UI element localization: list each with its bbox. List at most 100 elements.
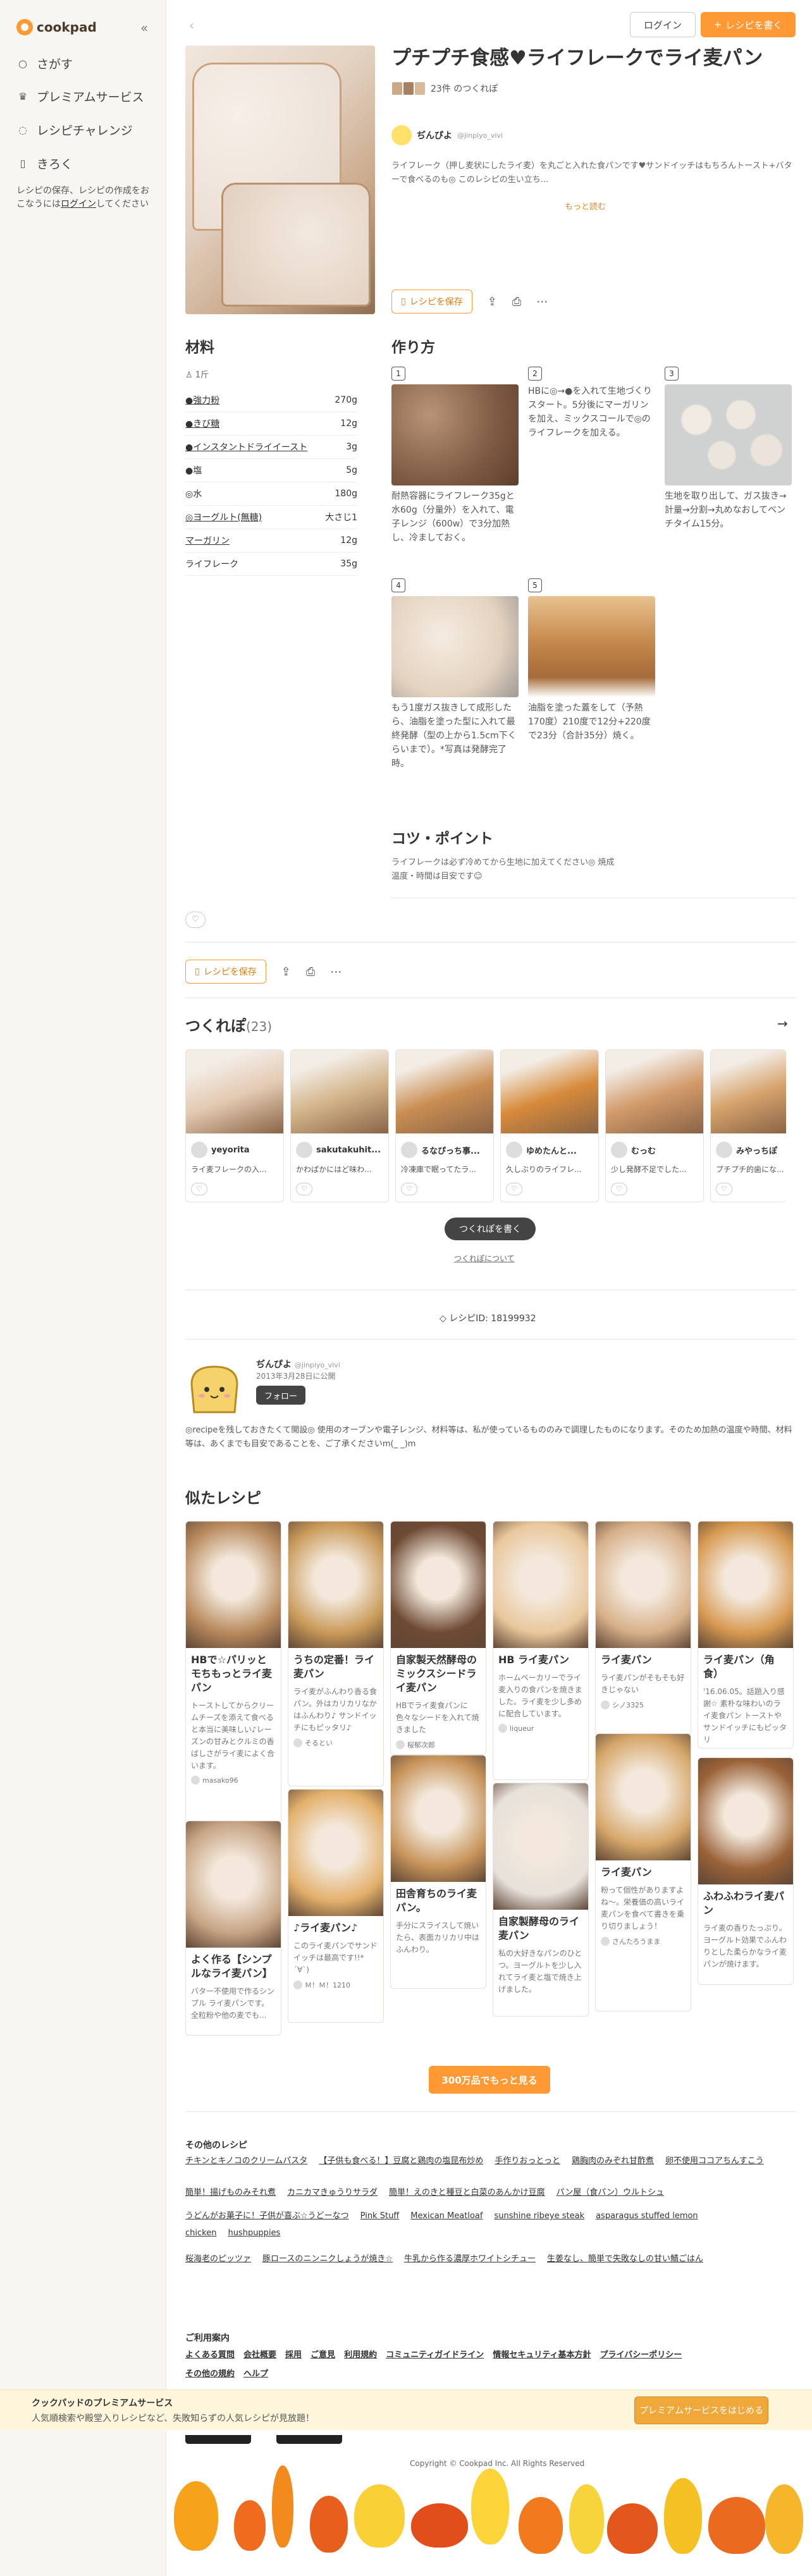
step-photo[interactable] (391, 596, 519, 697)
more-recipes-button[interactable]: 300万品でもっと見る (429, 2066, 550, 2094)
print-icon[interactable]: ⎙ (512, 295, 521, 308)
ingredient-name[interactable]: ●きび糖 (185, 417, 219, 430)
footer-link[interactable]: よくある質問 (185, 2350, 235, 2360)
heart-icon[interactable]: ♡ (296, 1183, 312, 1195)
ingredient-name[interactable]: ●インスタントドライイースト (185, 441, 307, 453)
collapse-sidebar-icon[interactable]: « (140, 20, 148, 35)
tsukurepo-card[interactable]: ゆめたんと... 久しぶりのライフレ... ♡ (500, 1049, 599, 1202)
other-recipe-link[interactable]: カニカマきゅうりサラダ (287, 2188, 378, 2197)
footer-link[interactable]: ヘルプ (243, 2369, 268, 2379)
tsukurepo-card[interactable]: sakutakuhit... かわぱかにはど味わ... ♡ (290, 1049, 389, 1202)
other-recipe-link[interactable]: 生姜なし、簡単で失敗なしの甘い鯖ごはん (547, 2254, 703, 2264)
recipe-photo (391, 1522, 486, 1648)
similar-recipe-card[interactable]: ライ麦パン 粉って個性がありますよね〜。栄養価の高いライ麦パンを食べて書きを乗り切… (595, 1733, 691, 2011)
other-recipe-link[interactable]: パン屋（食パン）ウルトシュ (557, 2188, 664, 2197)
footer-link[interactable]: その他の規約 (185, 2369, 235, 2379)
like-icon[interactable]: ♡ (185, 912, 206, 928)
other-recipe-link[interactable]: 簡単！えのきと種豆と白菜のあんかけ豆腐 (389, 2188, 545, 2197)
similar-recipe-card[interactable]: ライ麦パン ライ麦パンがそもそも好きじゃない シノ3325 (595, 1521, 691, 1736)
save-recipe-button[interactable]: ▯ レシピを保存 (185, 960, 266, 984)
ingredient-name[interactable]: ●塩 (185, 464, 202, 477)
write-tsukurepo-button[interactable]: つくれぽを書く (445, 1218, 536, 1240)
premium-button[interactable]: プレミアムサービスをはじめる (634, 2396, 768, 2424)
login-button[interactable]: ログイン (630, 12, 696, 37)
arrow-right-icon[interactable]: → (777, 1016, 788, 1031)
footer-link[interactable]: コミュニティガイドライン (386, 2350, 484, 2360)
other-recipe-link[interactable]: 卵不使用ココアちんすこう (665, 2156, 764, 2166)
other-recipe-link[interactable]: チキンとキノコのクリームパスタ (185, 2156, 307, 2166)
back-icon[interactable]: ‹ (189, 18, 194, 33)
other-recipe-link[interactable]: 牛乳から作る濃厚ホワイトシチュー (404, 2254, 536, 2264)
footer-link[interactable]: ご意見 (311, 2350, 335, 2360)
footer-link[interactable]: 情報セキュリティ基本方針 (493, 2350, 591, 2360)
cookpad-logo[interactable]: cookpad (16, 19, 97, 35)
similar-recipe-card[interactable]: よく作る【シンプルなライ麦パン】 バター不使用で作るシンプル ライ麦パンです。全粒… (185, 1821, 281, 2036)
tsukurepo-card[interactable]: yeyorita ライ麦フレークの入... ♡ (185, 1049, 284, 1202)
other-recipe-link[interactable]: 簡単！揚げものみそれ煮 (185, 2188, 276, 2197)
write-recipe-button[interactable]: + レシピを書く (701, 12, 796, 37)
similar-recipe-card[interactable]: ライ麦パン（角食） '16.06.05。話題入り感謝☆ 素朴な味わいのライ麦食パン… (698, 1521, 794, 1749)
recipe-author[interactable]: ぢんぴよ @jinpiyo_vivi (391, 125, 503, 145)
similar-recipe-card[interactable]: 自家製酵母のライ麦パン 私の大好きなパンのひとつ。ヨーグルトを少し入れてライ麦と塩… (493, 1783, 589, 2017)
ingredient-name[interactable]: ◎ヨーグルト(無糖) (185, 511, 262, 523)
heart-icon[interactable]: ♡ (716, 1183, 732, 1195)
about-tsukurepo-link[interactable]: つくれぽについて (454, 1253, 515, 1264)
ingredient-row: ●インスタントドライイースト 3g (185, 436, 357, 459)
other-recipe-link[interactable]: 【子供も食べる！】豆腐と鶏肉の塩昆布炒め (319, 2156, 483, 2166)
step-photo[interactable] (528, 596, 655, 697)
read-more-link[interactable]: もっと読む (565, 200, 606, 212)
other-recipe-link[interactable]: Mexican Meatloaf (410, 2211, 483, 2221)
nav-search[interactable]: ○ さがす (16, 55, 73, 72)
heart-icon[interactable]: ♡ (611, 1183, 627, 1195)
footer-link[interactable]: 採用 (285, 2350, 302, 2360)
footer-link[interactable]: プライバシーポリシー (600, 2350, 682, 2360)
tsukurepo-summary[interactable]: 23件 のつくれぽ (391, 82, 498, 95)
other-recipe-link[interactable]: 豚ロースのニンニクしょうが焼き☆ (262, 2254, 393, 2264)
footer-link[interactable]: 会社概要 (243, 2350, 276, 2360)
tsukurepo-card[interactable]: みやっちぽ プチプチ的歯にな... ♡ (710, 1049, 786, 1202)
step-number: 1 (391, 367, 405, 381)
nav-kiroku[interactable]: ▯ きろく (16, 155, 73, 172)
user-name: sakutakuhit... (316, 1145, 381, 1155)
kitchen-avatar[interactable] (185, 1359, 243, 1417)
similar-recipe-card[interactable]: 自家製天然酵母のミックスシードライ麦パン HBでライ麦食パンに色々なシードを入れて… (390, 1521, 486, 1755)
heart-icon[interactable]: ♡ (191, 1183, 207, 1195)
step-photo[interactable] (665, 384, 792, 485)
similar-recipe-card[interactable]: 田舎育ちのライ麦パン。 手分にスライスして焼いたら、表面カリカリ中はふんわり。 (390, 1755, 486, 1989)
author-name: シノ3325 (612, 1701, 644, 1709)
similar-recipe-card[interactable]: HB ライ麦パン ホームベーカリーでライ麦入りの食パンを焼きました。ライ麦を少し多… (493, 1521, 589, 1780)
heart-icon[interactable]: ♡ (506, 1183, 522, 1195)
share-icon[interactable]: ⇪ (281, 965, 291, 979)
other-recipe-link[interactable]: 桜海老のピッツァ (185, 2254, 251, 2264)
footer-link[interactable]: 利用規約 (344, 2350, 377, 2360)
print-icon[interactable]: ⎙ (306, 965, 315, 979)
tsukurepo-card[interactable]: むっむ 少し発酵不足でした... ♡ (605, 1049, 704, 1202)
save-recipe-button[interactable]: ▯ レシピを保存 (391, 290, 472, 314)
ingredient-list: ●強力粉 270g ●きび糖 12g ●インスタントドライイースト 3g ●塩 5g ◎水 180… (185, 389, 357, 576)
other-recipe-link[interactable]: 手作りおっとっと (495, 2156, 560, 2166)
other-recipe-link[interactable]: Pink Stuff (360, 2211, 400, 2221)
similar-recipe-card[interactable]: うちの定番！ライ麦パン ライ麦がふんわり香る食パン。外はカリカリなかはふんわり♪ … (288, 1521, 384, 1786)
nav-challenge[interactable]: ◌ レシピチャレンジ (16, 121, 133, 138)
other-recipe-link[interactable]: sunshine ribeye steak (494, 2211, 584, 2221)
other-recipe-link[interactable]: うどんがお菓子に！子供が喜ぶ☆うどーなつ (185, 2211, 349, 2221)
other-recipe-link[interactable]: hushpuppies (228, 2228, 280, 2238)
app-store-badge[interactable] (185, 2435, 251, 2444)
nav-premium[interactable]: ♛ プレミアムサービス (16, 88, 144, 105)
more-icon[interactable]: ⋯ (330, 965, 341, 979)
follow-button[interactable]: フォロー (256, 1386, 305, 1405)
heart-icon[interactable]: ♡ (401, 1183, 417, 1195)
login-link[interactable]: ログイン (61, 199, 96, 209)
similar-recipe-card[interactable]: ♪ライ麦パン♪ このライ麦パンでサンドイッチは最高です!!*´∀`) Ｍ！Ｍ！121… (288, 1789, 384, 2023)
similar-recipe-card[interactable]: ふわふわライ麦パン ライ麦の香りたっぷり。ヨーグルト効果でふんわりとした柔らかなラ… (698, 1757, 794, 1985)
other-recipe-link[interactable]: 鶏胸肉のみぞれ甘酢煮 (572, 2156, 654, 2166)
share-icon[interactable]: ⇪ (488, 295, 497, 308)
ingredient-name[interactable]: ●強力粉 (185, 394, 219, 406)
step-photo[interactable] (391, 384, 519, 485)
ingredient-name[interactable]: マーガリン (185, 534, 230, 547)
google-play-badge[interactable] (276, 2435, 342, 2444)
tsukurepo-card[interactable]: るなぴっち事... 冷凍庫で眠ってたラ... ♡ (395, 1049, 494, 1202)
kitchen-name[interactable]: ぢんぴよ @jinpiyo_vivi (256, 1358, 340, 1370)
similar-recipe-card[interactable]: HBで☆パリッとモちもっとライ麦パン トーストしてからクリームチーズを添えて食べる… (185, 1521, 281, 1850)
more-icon[interactable]: ⋯ (536, 295, 548, 308)
